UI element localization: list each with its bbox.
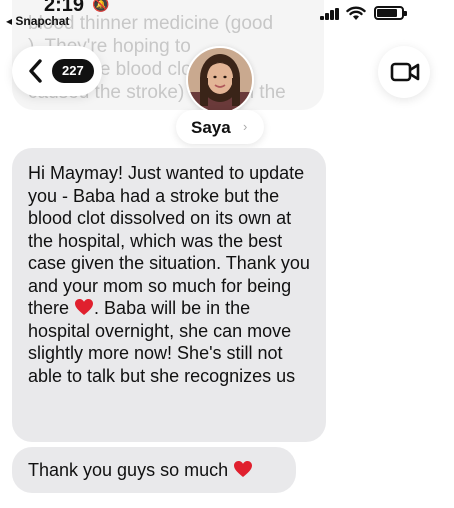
message-bubble[interactable]: Thank you guys so much [12,447,296,493]
contact-name: Saya [191,118,231,137]
message-text: Hi Maymay! Just wanted to update you - B… [28,162,310,387]
battery-icon [374,6,407,20]
message-text: Thank you guys so much [28,459,280,481]
contact-avatar[interactable] [186,46,254,114]
back-button[interactable]: 227 [12,46,102,96]
chevron-right-icon: › [243,119,248,134]
status-bar: 2:19 🔕 ◂ Snapchat [0,0,454,30]
heart-emoji-icon [75,299,94,315]
bell-muted-icon: 🔕 [92,0,110,12]
unread-count-badge: 227 [52,59,94,83]
wifi-icon [346,6,366,20]
cellular-signal-icon [320,8,340,20]
message-text-part: Hi Maymay! Just wanted to update you - B… [28,163,310,318]
profile-photo-icon [188,48,252,112]
message-bubble[interactable]: Hi Maymay! Just wanted to update you - B… [12,148,326,442]
message-text-part: Thank you guys so much [28,460,229,480]
heart-emoji-icon [234,461,253,477]
back-to-app-link[interactable]: ◂ Snapchat [6,14,69,28]
message-text-part: . Baba will be in the hospital overnight… [28,298,296,386]
video-camera-icon [390,62,420,82]
contact-name-pill[interactable]: Saya › [176,110,264,144]
video-call-button[interactable] [378,46,430,98]
chevron-left-icon [29,59,42,83]
